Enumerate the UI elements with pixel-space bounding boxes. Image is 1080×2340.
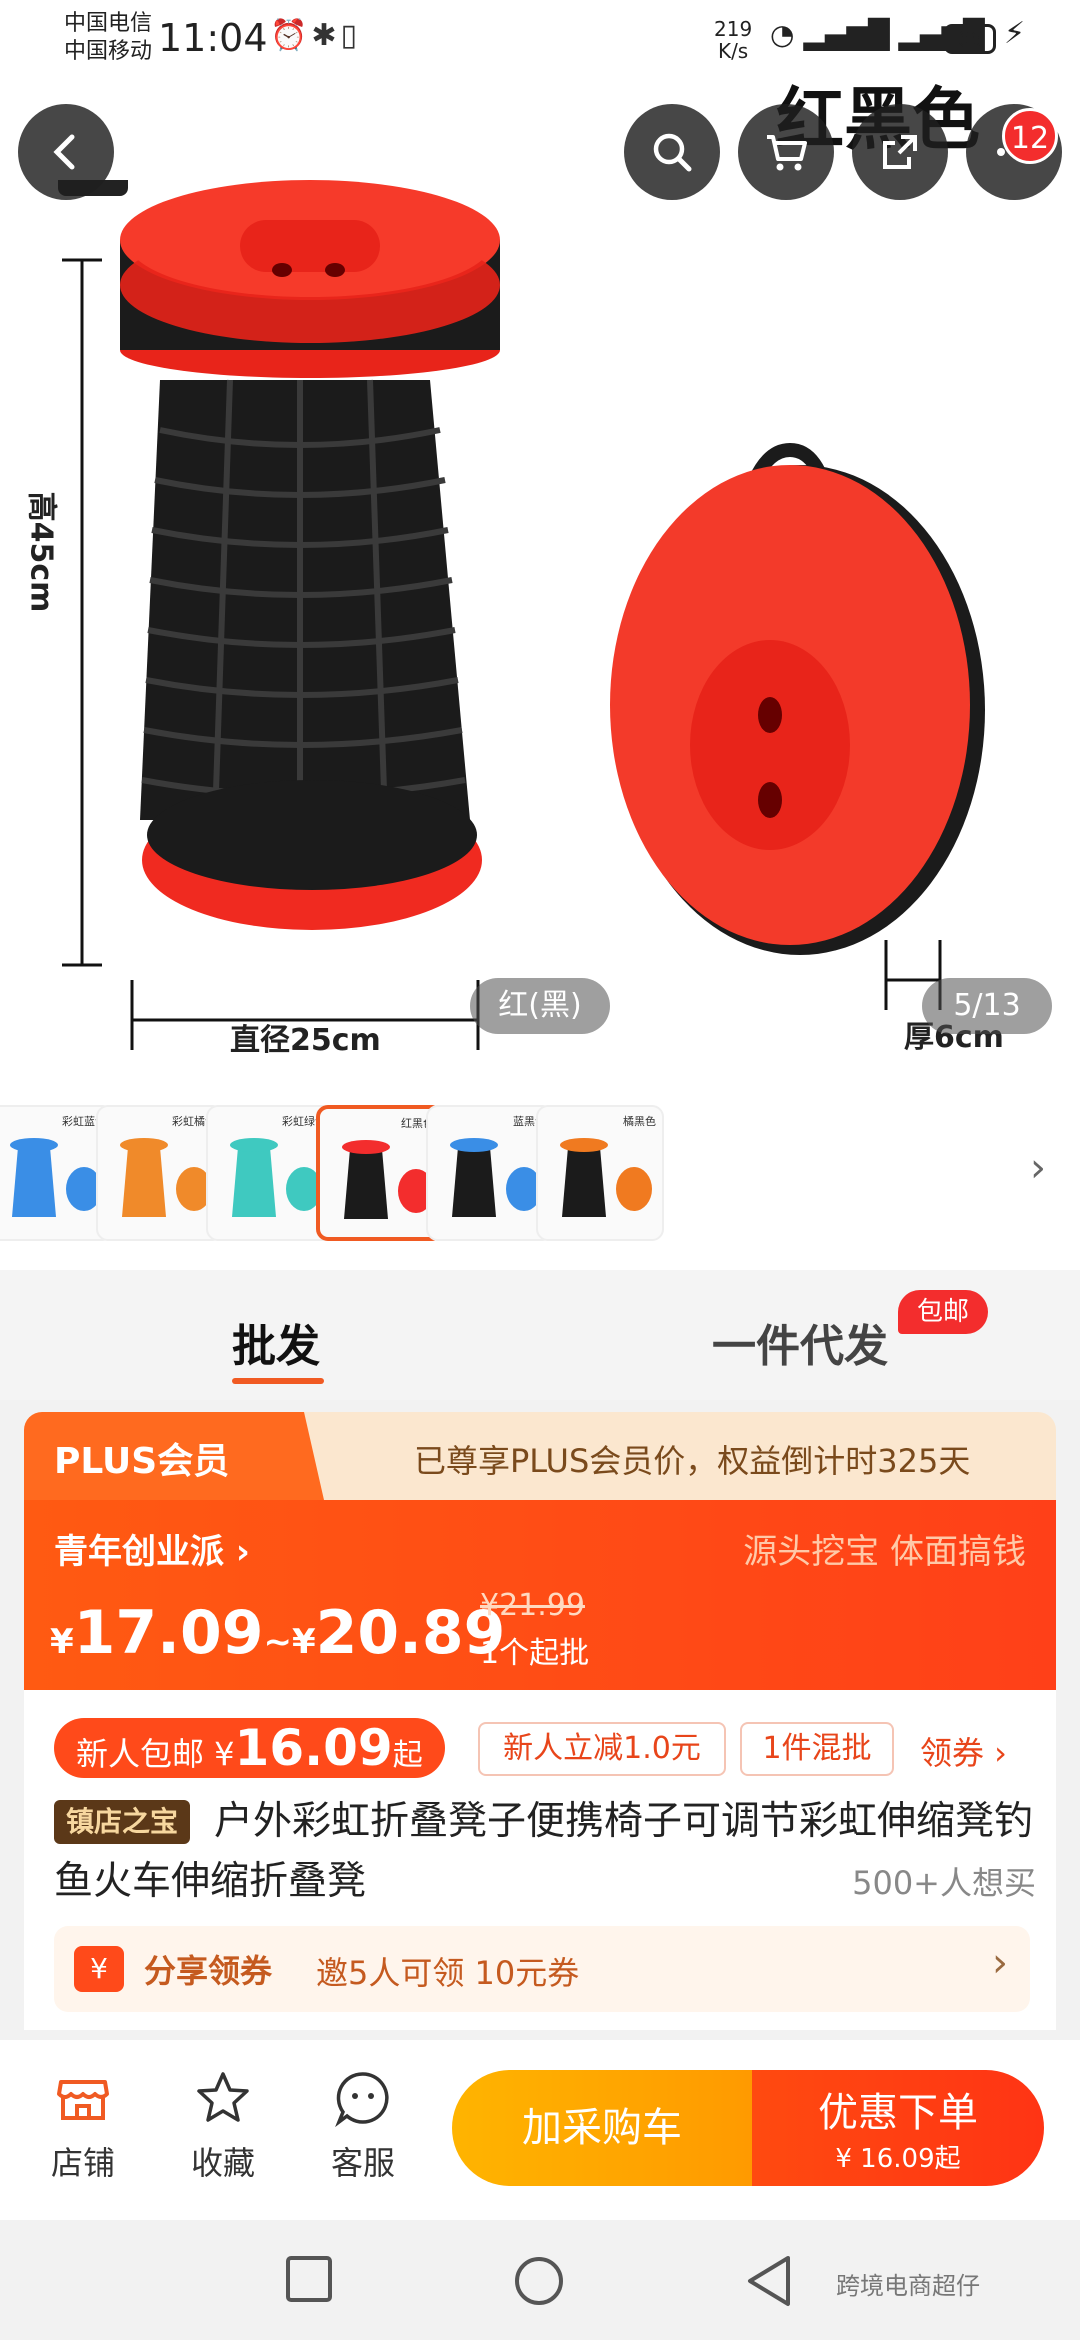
share-icon [883, 135, 917, 169]
thumbnail-item[interactable]: 橘黑色 [536, 1105, 664, 1241]
store-label: 店铺 [50, 2144, 115, 2182]
cart-icon [767, 135, 807, 171]
search-icon [653, 133, 692, 172]
watermark: 跨境电商超仔 [836, 2272, 980, 2300]
network-speed-value: 219 [714, 17, 753, 41]
thumbnail-item[interactable]: 红黑色 [316, 1105, 444, 1241]
status-bar: 中国电信 中国移动 11:04 ⏰✱▯ 219 K/s ◔ ▂▄▆█ ▂▄▆█ … [0, 0, 1080, 90]
plus-countdown-text: 已尊享PLUS会员价，权益倒计时325天 [414, 1442, 971, 1480]
plus-label: PLUS会员 [54, 1441, 230, 1482]
favorite-label: 收藏 [190, 2144, 255, 2182]
back-button[interactable] [18, 104, 114, 200]
carriers: 中国电信 中国移动 [64, 10, 152, 66]
diameter-label: 直径25cm [230, 1023, 381, 1058]
thumbnail-item[interactable]: 彩虹橘色 [96, 1105, 224, 1241]
price-block: 青年创业派 › 源头挖宝 体面搞钱 ¥17.09~¥20.89 ¥21.99 1… [24, 1500, 1056, 1690]
new-user-prefix: 新人包邮 ¥ [76, 1735, 235, 1773]
star-icon [197, 2072, 249, 2122]
store-treasure-badge: 镇店之宝 [54, 1800, 191, 1844]
chevron-right-icon[interactable]: › [1030, 1145, 1046, 1191]
bluetooth-icon: ✱ [311, 18, 341, 53]
share-coupon-bar[interactable]: ¥ 分享领券 邀5人可领 10元券 › [54, 1926, 1030, 2012]
service-label: 客服 [330, 2144, 395, 2182]
new-user-price: 16.09 [234, 1719, 393, 1777]
price-range: ¥17.09~¥20.89 [50, 1598, 505, 1668]
system-nav-bar: 跨境电商超仔 [0, 2220, 1080, 2340]
status-icons: ⏰✱▯ [270, 18, 361, 53]
thumbnail-item[interactable]: 蓝黑色 [426, 1105, 554, 1241]
product-image [58, 180, 985, 1050]
get-coupon-link[interactable]: 领券 › [920, 1728, 1007, 1774]
store-button[interactable]: 店铺 [28, 2068, 138, 2184]
network-speed: 219 K/s [714, 18, 752, 62]
original-price: ¥21.99 [480, 1588, 585, 1623]
vibrate-icon: ▯ [340, 18, 362, 53]
want-count: 500+人想买 [852, 1864, 1036, 1902]
price-high: 20.89 [315, 1598, 506, 1668]
network-speed-unit: K/s [717, 39, 749, 63]
share-coupon-label: 分享领券 [144, 1952, 273, 1990]
price-separator: ~ [263, 1622, 292, 1662]
free-shipping-badge: 包邮 [898, 1290, 988, 1334]
share-coupon-text: 邀5人可领 10元券 [316, 1954, 580, 1992]
new-user-price-badge[interactable]: 新人包邮 ¥16.09起 [54, 1718, 445, 1778]
coupon-icon: ¥ [74, 1946, 124, 1992]
new-user-discount-chip[interactable]: 新人立减1.0元 [478, 1722, 726, 1776]
product-image-gallery[interactable]: 高45cm 直径25cm 厚6cm 红(黑) 5/13 红黑色 12 [0, 0, 1080, 1090]
page-indicator: 5/13 [922, 978, 1052, 1034]
product-info-card: 新人包邮 ¥16.09起 新人立减1.0元 1件混批 领券 › 户外彩虹折叠凳子… [24, 1690, 1056, 2030]
mixed-batch-chip[interactable]: 1件混批 [740, 1722, 894, 1776]
campaign-tag-label: 青年创业派 [54, 1532, 224, 1572]
buy-label: 优惠下单 [818, 2090, 978, 2136]
cart-count-badge: 12 [1002, 108, 1058, 164]
purchase-mode-tabs: 批发 一件代发 包邮 [0, 1270, 1080, 1400]
search-button[interactable] [624, 104, 720, 200]
battery-level: 66 [944, 24, 996, 54]
home-icon[interactable] [512, 2254, 566, 2308]
charging-icon: ⚡ [1004, 16, 1026, 51]
thumbnail-label: 橘黑色 [623, 1115, 656, 1128]
bottom-action-bar: 店铺 收藏 客服 加采购车 优惠下单 ¥ 16.09起 [0, 2040, 1080, 2220]
clock: 11:04 [158, 16, 268, 60]
buy-price: ¥ 16.09起 [835, 2144, 961, 2174]
customer-service-button[interactable]: 客服 [308, 2068, 418, 2184]
tab-wholesale[interactable]: 批发 [232, 1310, 320, 1374]
thumbnail-strip[interactable]: 彩虹蓝色 彩虹橘色 彩虹绿色 红黑色 蓝黑色 橘黑色 › [0, 1090, 1080, 1270]
currency-symbol: ¥ [50, 1622, 74, 1662]
minimum-order: 1个起批 [480, 1636, 590, 1671]
signal-icon: ▂▄▆█ [803, 18, 890, 51]
discount-order-button[interactable]: 优惠下单 ¥ 16.09起 [752, 2070, 1044, 2186]
plus-member-banner[interactable]: PLUS会员 已尊享PLUS会员价，权益倒计时325天 [24, 1412, 1056, 1500]
thumbnail-item[interactable]: 彩虹绿色 [206, 1105, 334, 1241]
recents-icon[interactable] [284, 2254, 334, 2304]
favorite-button[interactable]: 收藏 [168, 2068, 278, 2184]
add-to-purchase-cart-button[interactable]: 加采购车 [452, 2070, 752, 2186]
nav-back-icon[interactable] [744, 2254, 794, 2308]
currency-symbol: ¥ [291, 1622, 316, 1662]
wifi-icon: ◔ [770, 18, 795, 51]
carrier-2: 中国移动 [64, 39, 153, 64]
chat-smile-icon [335, 2072, 389, 2128]
share-button[interactable] [852, 104, 948, 200]
store-icon [57, 2080, 109, 2120]
new-user-suffix: 起 [392, 1738, 423, 1773]
cart-button[interactable] [738, 104, 834, 200]
carrier-1: 中国电信 [64, 11, 153, 36]
back-icon [53, 134, 75, 170]
chevron-right-icon: › [235, 1532, 250, 1572]
height-label: 高45cm [23, 491, 59, 613]
alarm-icon: ⏰ [270, 18, 312, 53]
chevron-right-icon: › [992, 1940, 1008, 1986]
price-low: 17.09 [73, 1598, 264, 1668]
campaign-tag[interactable]: 青年创业派 › [54, 1524, 250, 1573]
color-pill: 红(黑) [470, 978, 610, 1034]
campaign-slogan: 源头挖宝 体面搞钱 [743, 1532, 1026, 1572]
tab-dropship[interactable]: 一件代发 [712, 1310, 888, 1374]
tab-active-indicator [232, 1378, 324, 1384]
